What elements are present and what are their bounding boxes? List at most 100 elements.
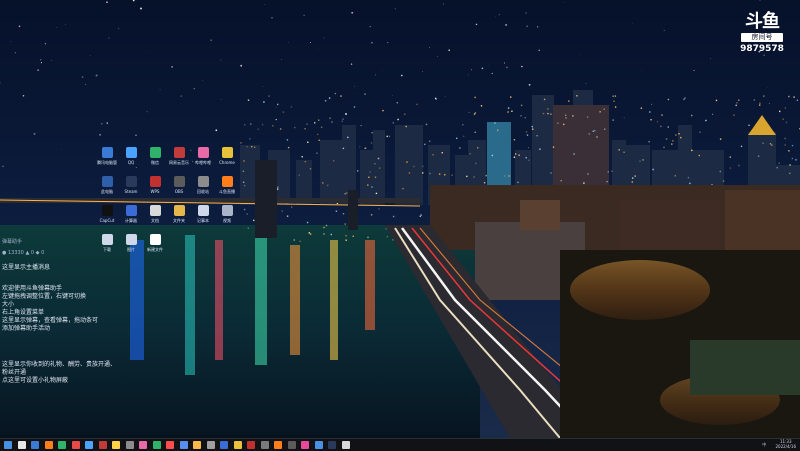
window-light xyxy=(623,152,624,153)
window-light xyxy=(532,129,533,130)
window-light xyxy=(470,153,471,154)
taskbar-app-icon[interactable] xyxy=(166,441,174,449)
window-light xyxy=(762,143,763,144)
taskbar-app-icon[interactable] xyxy=(220,441,228,449)
desktop-icon[interactable]: 微信 xyxy=(145,147,165,177)
window-light xyxy=(243,182,244,183)
taskbar-app-icon[interactable] xyxy=(301,441,309,449)
window-light xyxy=(365,148,366,149)
window-light xyxy=(789,173,790,174)
taskbar-app-icon[interactable] xyxy=(288,441,296,449)
taskbar-app-icon[interactable] xyxy=(180,441,188,449)
window-light xyxy=(246,213,247,214)
desktop-icon[interactable]: CapCut xyxy=(97,205,117,235)
window-light xyxy=(304,128,305,129)
window-light xyxy=(641,108,642,109)
desktop-icon[interactable]: 新建文件 xyxy=(145,234,165,264)
window-light xyxy=(587,173,588,174)
system-tray[interactable]: 中 11:33 2022/4/16 xyxy=(762,439,796,451)
window-light xyxy=(406,126,407,127)
desktop-icon[interactable]: 斗鱼直播 xyxy=(217,176,237,206)
taskbar-app-icon[interactable] xyxy=(247,441,255,449)
start-icon[interactable] xyxy=(4,441,12,449)
desktop-icon[interactable]: 哔哩哔哩 xyxy=(193,147,213,177)
window-light xyxy=(759,104,760,105)
desktop-icon[interactable]: WPS xyxy=(145,176,165,206)
desktop-icon[interactable]: 此电脑 xyxy=(97,176,117,206)
window-light xyxy=(336,211,337,212)
taskbar-app-icon[interactable] xyxy=(31,441,39,449)
taskbar-app-icon[interactable] xyxy=(328,441,336,449)
window-light xyxy=(272,125,273,126)
window-light xyxy=(599,111,600,112)
window-light xyxy=(663,147,664,148)
star xyxy=(529,84,531,86)
star xyxy=(429,140,431,142)
window-light xyxy=(689,183,690,184)
window-light xyxy=(436,98,437,99)
taskbar-app-icon[interactable] xyxy=(153,441,161,449)
window-light xyxy=(466,176,467,177)
desktop-icon[interactable]: 图片 xyxy=(121,234,141,264)
window-light xyxy=(263,101,264,102)
desktop-icon[interactable]: 视频 xyxy=(217,205,237,235)
desktop-icon[interactable]: 计算器 xyxy=(121,205,141,235)
star xyxy=(445,96,446,97)
desktop-icon[interactable]: 记事本 xyxy=(193,205,213,235)
desktop-icon[interactable]: 文档 xyxy=(145,205,165,235)
desktop-icon[interactable]: 回收站 xyxy=(193,176,213,206)
star xyxy=(45,43,46,44)
star xyxy=(23,95,25,97)
window-light xyxy=(404,114,405,115)
input-method[interactable]: 中 xyxy=(762,439,766,451)
window-light xyxy=(611,171,612,172)
desktop-icon[interactable]: Steam xyxy=(121,176,141,206)
live-icon xyxy=(222,176,233,187)
desktop-icon[interactable]: 文件夹 xyxy=(169,205,189,235)
taskbar-app-icon[interactable] xyxy=(207,441,215,449)
window-light xyxy=(329,118,330,119)
window-light xyxy=(494,122,495,123)
clock-date[interactable]: 2022/4/16 xyxy=(775,444,796,449)
star xyxy=(135,6,136,7)
desktop-icon[interactable]: QQ xyxy=(121,147,141,177)
desktop-icon[interactable]: 网易云音乐 xyxy=(169,147,189,177)
taskbar-app-icon[interactable] xyxy=(139,441,147,449)
window-light xyxy=(777,167,778,168)
taskbar-app-icon[interactable] xyxy=(193,441,201,449)
window-light xyxy=(299,241,300,242)
taskbar-app-icon[interactable] xyxy=(234,441,242,449)
star xyxy=(160,89,161,90)
star xyxy=(118,28,119,29)
taskbar-app-icon[interactable] xyxy=(45,441,53,449)
computer-icon xyxy=(102,176,113,187)
taskbar-app-icon[interactable] xyxy=(85,441,93,449)
gift-line: 点这里可设置小礼物屏蔽 xyxy=(2,377,122,385)
desktop-icon[interactable]: Chrome xyxy=(217,147,237,177)
star xyxy=(397,119,399,121)
window-light xyxy=(371,214,372,215)
taskbar-app-icon[interactable] xyxy=(58,441,66,449)
taskbar-app-icon[interactable] xyxy=(72,441,80,449)
taskbar-app-icon[interactable] xyxy=(315,441,323,449)
desktop-icon[interactable]: OBS xyxy=(169,176,189,206)
taskbar-app-icon[interactable] xyxy=(274,441,282,449)
taskbar-app-icon[interactable] xyxy=(261,441,269,449)
taskbar-app-icon[interactable] xyxy=(126,441,134,449)
window-light xyxy=(321,127,322,128)
desktop-icon[interactable]: 腾讯电脑管家 xyxy=(97,147,117,177)
window-light xyxy=(738,165,739,166)
window-light xyxy=(244,185,245,186)
taskbar-app-icon[interactable] xyxy=(112,441,120,449)
window-light xyxy=(795,159,796,160)
window-light xyxy=(475,163,476,164)
window-light xyxy=(613,119,614,120)
window-light xyxy=(379,167,380,168)
window-light xyxy=(587,116,588,117)
taskbar-app-icon[interactable] xyxy=(99,441,107,449)
window-light xyxy=(486,175,487,176)
star xyxy=(375,74,376,75)
taskbar-app-icon[interactable] xyxy=(342,441,350,449)
taskbar-app-icon[interactable] xyxy=(18,441,26,449)
window-light xyxy=(754,99,755,100)
